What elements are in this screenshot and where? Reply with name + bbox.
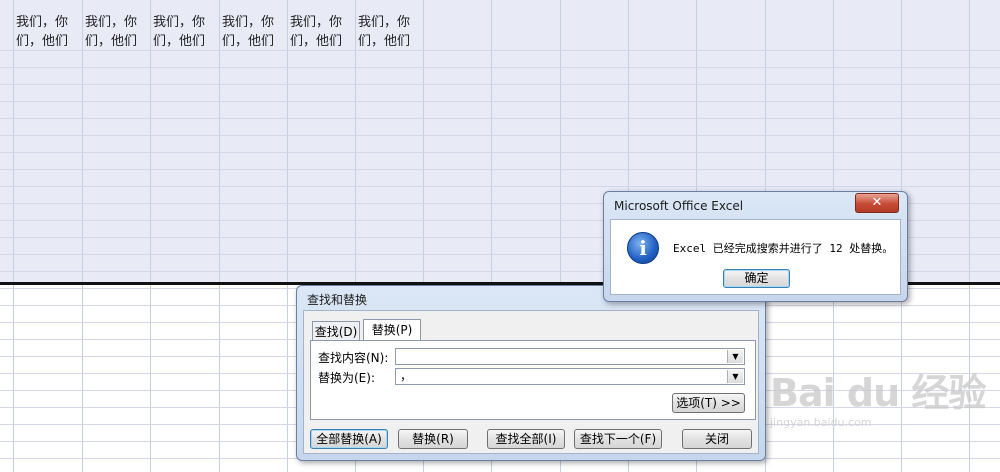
replace-tab-pane: 查找内容(N): ▼ 替换为(E): ， ▼ 选项(T) >> [310,340,756,420]
find-replace-title: 查找和替换 [307,293,368,307]
find-all-button[interactable]: 查找全部(I) [487,429,565,449]
message-box-title: Microsoft Office Excel [614,199,744,213]
tab-find[interactable]: 查找(D) [312,321,360,341]
grid-row-line [0,186,1000,187]
grid-row-line [0,152,1000,153]
grid-row-line [0,135,1000,136]
grid-row-line [0,101,1000,102]
replace-button[interactable]: 替换(R) [398,429,468,449]
cell-a1[interactable]: 我们，你 们，他们 [16,13,82,51]
baidu-watermark: Bai du 经验 jingyan.baidu.com [770,362,986,429]
find-replace-client: 查找(D) 替换(P) 查找内容(N): ▼ 替换为(E): ， ▼ 选项(T)… [303,310,759,454]
watermark-brand: Bai du 经验 [770,371,986,415]
cell-e1[interactable]: 我们，你 们，他们 [290,13,356,51]
options-button[interactable]: 选项(T) >> [672,393,745,413]
replace-with-value: ， [400,369,413,383]
info-icon: i [627,232,659,264]
find-what-combo[interactable]: ▼ [395,348,745,365]
grid-column-line [150,0,151,472]
replace-with-combo[interactable]: ， ▼ [395,368,745,385]
grid-column-line [82,0,83,472]
grid-column-line [287,0,288,472]
find-what-label: 查找内容(N): [318,351,389,365]
replace-with-label: 替换为(E): [318,371,375,385]
message-box: Microsoft Office Excel ✕ i Excel 已经完成搜索并… [603,191,908,302]
cell-b1[interactable]: 我们，你 们，他们 [85,13,151,51]
message-box-client: i Excel 已经完成搜索并进行了 12 处替换。 确定 [610,219,901,295]
cell-d1[interactable]: 我们，你 们，他们 [222,13,288,51]
grid-row-line [0,84,1000,85]
tab-replace[interactable]: 替换(P) [363,319,421,341]
message-text: Excel 已经完成搜索并进行了 12 处替换。 [673,242,894,255]
watermark-url: jingyan.baidu.com [770,416,872,429]
grid-row-line [0,169,1000,170]
cell-f1[interactable]: 我们，你 们，他们 [358,13,424,51]
close-button[interactable]: 关闭 [682,429,752,449]
grid-row-line [0,118,1000,119]
replace-all-button[interactable]: 全部替换(A) [310,429,388,449]
find-replace-dialog: 查找和替换 查找(D) 替换(P) 查找内容(N): ▼ 替换为(E): ， ▼… [296,285,766,461]
grid-column-line [13,0,14,472]
cell-c1[interactable]: 我们，你 们，他们 [153,13,219,51]
chevron-down-icon[interactable]: ▼ [727,370,743,383]
ok-button[interactable]: 确定 [723,269,790,288]
chevron-down-icon[interactable]: ▼ [727,350,743,363]
grid-row-line [0,67,1000,68]
find-next-button[interactable]: 查找下一个(F) [574,429,662,449]
grid-column-line [219,0,220,472]
close-icon[interactable]: ✕ [855,193,899,213]
